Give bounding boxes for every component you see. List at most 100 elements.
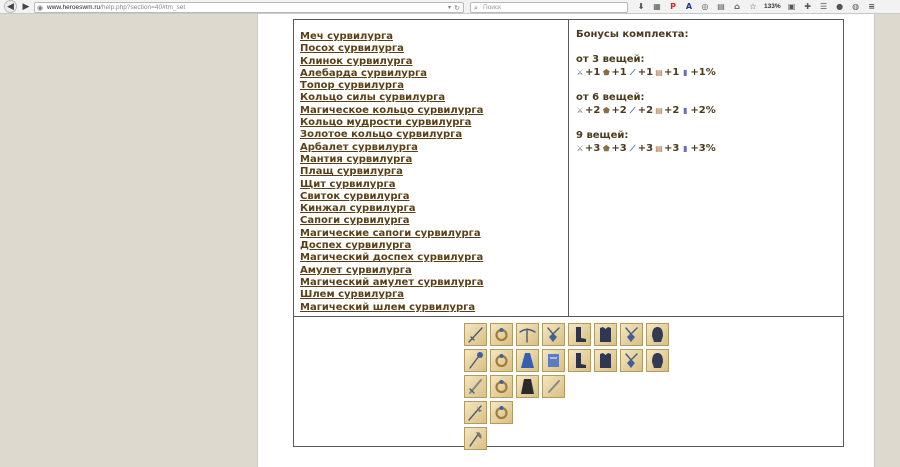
set-bonuses: Бонусы комплекта: от 3 вещей: ⚔ +1 ⬟ +1 ⟋ +1 ▤ +… [576, 28, 718, 155]
bookmark-icon[interactable]: ▤ [716, 2, 726, 12]
forward-button[interactable]: ▶ [20, 1, 32, 13]
address-bar[interactable]: ◉ www.heroeswm.ru/help.php?section=40#tm… [34, 2, 464, 13]
bonus-tier-heading: от 6 вещей: [576, 92, 645, 103]
crossbow-icon [519, 328, 536, 343]
chat-icon[interactable]: ● [835, 2, 845, 12]
item-icon-cell[interactable] [464, 401, 487, 424]
item-icon-cell[interactable] [464, 427, 487, 450]
set-item: Магическое кольцо сурвилурга [300, 102, 484, 116]
scroll-icon: ▤ [655, 106, 663, 115]
download-icon[interactable]: ⬇ [636, 2, 646, 12]
set-item: Кольцо мудрости сурвилурга [300, 114, 484, 128]
search-icon: ⌕ [474, 4, 478, 12]
item-icon-cell[interactable] [490, 375, 513, 398]
shield-icon: ⬟ [602, 144, 610, 153]
list-icon[interactable]: ☰ [819, 2, 829, 12]
item-icon-cell[interactable] [490, 349, 513, 372]
back-button[interactable]: ◀ [4, 0, 17, 13]
set-item: Алебарда сурвилурга [300, 65, 484, 79]
bonus-value: +2% [690, 105, 716, 116]
item-icon-cell[interactable] [516, 375, 539, 398]
gem-icon: ▮ [683, 144, 688, 153]
set-item: Кольцо силы сурвилурга [300, 89, 484, 103]
reload-icon[interactable]: ↻ [454, 3, 460, 13]
shield-icon: ⬟ [602, 68, 610, 77]
set-item: Меч сурвилурга [300, 28, 484, 42]
axe-icon [469, 432, 482, 447]
amulet-icon [547, 327, 560, 342]
pdf-icon[interactable]: P [668, 2, 678, 12]
item-icon-cell[interactable] [490, 401, 513, 424]
zoom-level[interactable]: 133% [764, 2, 781, 12]
home-icon[interactable]: ⌂ [732, 2, 742, 12]
arrow-left-icon: ◀ [7, 2, 14, 12]
gem-icon: ▮ [683, 106, 688, 115]
item-icon-cell[interactable] [490, 323, 513, 346]
browser-toolbar: ◀ ▶ ◉ www.heroeswm.ru/help.php?section=4… [0, 0, 900, 14]
item-icon-cell[interactable] [646, 323, 669, 346]
window-icon[interactable]: ▣ [787, 2, 797, 12]
set-item: Сапоги сурвилурга [300, 212, 484, 226]
armor-icon [600, 327, 611, 342]
bonus-value: +2 [664, 105, 680, 116]
item-icon-cell[interactable] [568, 323, 591, 346]
bonus-tier-heading: от 3 вещей: [576, 54, 645, 65]
globe-icon: ◉ [37, 4, 44, 12]
set-item: Амулет сурвилурга [300, 262, 484, 276]
item-icon-cell[interactable] [620, 323, 643, 346]
bonus-title: Бонусы комплекта: [576, 29, 689, 40]
item-icon-cell[interactable] [542, 375, 565, 398]
wand-icon: ⟋ [629, 106, 636, 115]
bonus-tier-values: ⚔ +3 ⬟ +3 ⟋ +3 ▤ +3 ▮ +3% [576, 142, 718, 155]
scroll-icon [548, 354, 559, 367]
item-icon-cell[interactable] [542, 349, 565, 372]
column-divider [568, 20, 569, 316]
item-icon-cell[interactable] [464, 323, 487, 346]
ring-icon [495, 354, 508, 368]
sword-icon: ⚔ [576, 68, 584, 77]
amulet-icon [625, 353, 638, 368]
puzzle-icon[interactable]: ✚ [803, 2, 813, 12]
star-icon[interactable]: ☆ [748, 2, 758, 12]
item-icon-cell[interactable] [594, 349, 617, 372]
item-icon-cell[interactable] [516, 349, 539, 372]
item-icon-cell[interactable] [542, 323, 565, 346]
grid-icon[interactable]: ▦ [652, 2, 662, 12]
set-items-list: Меч сурвилурга Посох сурвилурга Клинок сур… [300, 28, 484, 313]
item-icon-cell[interactable] [620, 349, 643, 372]
row-divider [294, 316, 843, 317]
font-icon[interactable]: A [684, 2, 694, 12]
bonus-value: +1% [690, 67, 716, 78]
item-icon-cell[interactable] [464, 375, 487, 398]
extensions-area: ⬇ ▦ P A ◎ ▤ ⌂ ☆ 133% ▣ ✚ ☰ ● ◍ ≡ [636, 1, 877, 13]
set-item: Шлем сурвилурга [300, 286, 484, 300]
set-item: Магический шлем сурвилурга [300, 299, 484, 313]
item-icon-cell[interactable] [568, 349, 591, 372]
set-item: Плащ сурвилурга [300, 163, 484, 177]
menu-icon[interactable]: ≡ [867, 2, 877, 12]
dropdown-icon[interactable]: ▾ [448, 3, 451, 13]
set-table: Меч сурвилурга Посох сурвилурга Клинок сур… [293, 19, 844, 450]
set-item-link[interactable]: Магический шлем сурвилурга [300, 302, 475, 313]
set-item: Посох сурвилурга [300, 40, 484, 54]
set-item: Арбалет сурвилурга [300, 139, 484, 153]
globe-menu-icon[interactable]: ◍ [851, 2, 861, 12]
bonus-value: +2 [611, 105, 627, 116]
set-item: Щит сурвилурга [300, 176, 484, 190]
bonus-value: +3 [611, 143, 627, 154]
set-item: Мантия сурвилурга [300, 151, 484, 165]
arrow-right-icon: ▶ [22, 2, 30, 12]
helmet-icon [652, 353, 663, 368]
bonus-value: +1 [585, 67, 601, 78]
search-bar[interactable]: ⌕ Поиск [470, 2, 628, 13]
item-icon-cell[interactable] [516, 323, 539, 346]
item-icon-cell[interactable] [646, 349, 669, 372]
robe-icon [521, 353, 534, 368]
bonus-value: +3 [637, 143, 654, 154]
set-item: Свиток сурвилурга [300, 188, 484, 202]
set-item: Магический амулет сурвилурга [300, 274, 484, 288]
item-icon-cell[interactable] [464, 349, 487, 372]
addon-icon[interactable]: ◎ [700, 2, 710, 12]
item-icon-cell[interactable] [594, 323, 617, 346]
set-item: Золотое кольцо сурвилурга [300, 126, 484, 140]
